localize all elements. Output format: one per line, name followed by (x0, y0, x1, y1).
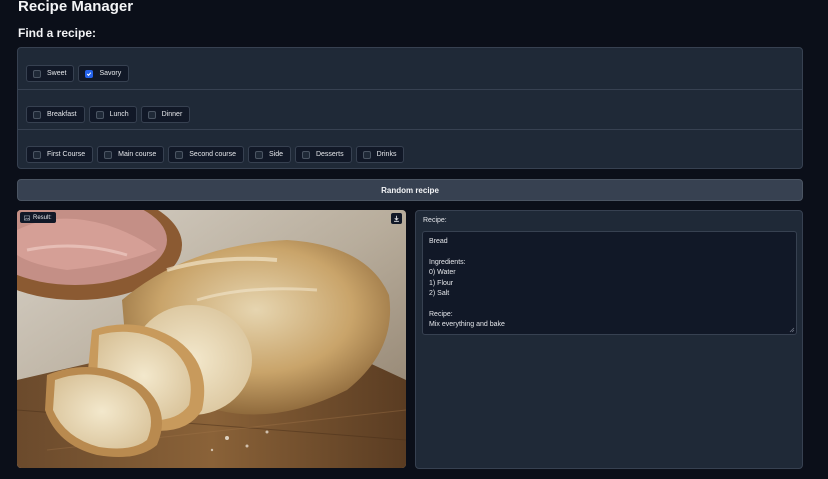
random-recipe-button[interactable]: Random recipe (17, 179, 803, 201)
meal-filter-group: Breakfast Lunch Dinner (18, 106, 802, 123)
checkbox-sweet[interactable]: Sweet (26, 65, 75, 82)
recipe-textarea[interactable]: Bread Ingredients: 0) Water 1) Flour 2) … (422, 231, 797, 335)
search-heading: Find a recipe: (18, 26, 97, 40)
checkbox-label: Lunch (109, 111, 129, 118)
download-button[interactable] (391, 213, 402, 224)
recipe-line: 2) Salt (429, 290, 450, 298)
checkbox-main-course[interactable]: Main course (97, 146, 165, 163)
checkbox-drinks[interactable]: Drinks (355, 146, 405, 163)
recipe-line: 1) Flour (429, 279, 454, 287)
recipe-panel: Recipe: Bread Ingredients: 0) Water 1) F… (415, 210, 803, 469)
checkbox-box[interactable] (33, 110, 41, 119)
checkbox-box[interactable] (85, 69, 94, 78)
checkbox-box[interactable] (362, 150, 371, 159)
checkbox-label: Main course (118, 151, 157, 158)
recipe-line (429, 299, 790, 309)
app-title: Recipe Manager (18, 0, 134, 15)
checkbox-label: Sweet (47, 70, 67, 77)
image-icon (24, 215, 30, 220)
checkbox-box[interactable] (95, 110, 104, 119)
checkbox-box[interactable] (301, 150, 310, 159)
checkbox-second-course[interactable]: Second course (168, 146, 244, 163)
download-icon (394, 215, 399, 222)
checkbox-label: Second course (189, 151, 236, 158)
checkbox-label: Side (268, 151, 283, 158)
checkbox-dinner[interactable]: Dinner (140, 106, 191, 123)
checkbox-box[interactable] (33, 150, 41, 159)
checkbox-box[interactable] (147, 110, 156, 119)
checkbox-box[interactable] (254, 150, 263, 159)
divider (18, 129, 802, 130)
checkbox-box[interactable] (175, 150, 184, 159)
result-image-panel: Result: (17, 210, 406, 468)
checkbox-box[interactable] (104, 150, 113, 159)
recipe-line: Bread (429, 238, 448, 245)
divider (18, 89, 802, 90)
checkbox-label: Savory (99, 70, 122, 77)
checkbox-lunch[interactable]: Lunch (88, 106, 137, 123)
checkbox-label: Dinner (161, 111, 183, 118)
bread-photo (17, 210, 406, 468)
checkbox-box[interactable] (33, 69, 41, 78)
checkbox-savory[interactable]: Savory (78, 65, 130, 82)
checkbox-desserts[interactable]: Desserts (294, 146, 352, 163)
recipe-line: 0) Water (429, 269, 456, 277)
recipe-line (429, 247, 790, 257)
checkbox-side[interactable]: Side (247, 146, 291, 163)
taste-filter-group: Sweet Savory (18, 65, 802, 82)
recipe-line: Ingredients: (429, 258, 466, 266)
checkbox-label: Desserts (315, 151, 344, 158)
checkbox-label: Breakfast (47, 111, 77, 118)
recipe-line: Recipe: (429, 310, 453, 318)
recipe-line: Mix everything and bake (429, 321, 505, 329)
recipe-label: Recipe: (423, 217, 447, 224)
filter-panel: Sweet Savory Breakfast Lunch Dinner Firs… (17, 47, 803, 169)
result-label-text: Result: (33, 214, 52, 221)
checkbox-label: First Course (47, 151, 86, 158)
result-label: Result: (20, 212, 56, 223)
checkbox-label: Drinks (376, 151, 397, 158)
checkbox-breakfast[interactable]: Breakfast (26, 106, 85, 123)
checkmark-icon (87, 71, 92, 76)
course-filter-group: First Course Main course Second course S… (18, 146, 802, 163)
resize-handle-icon[interactable] (789, 327, 795, 333)
checkbox-first-course[interactable]: First Course (26, 146, 94, 163)
